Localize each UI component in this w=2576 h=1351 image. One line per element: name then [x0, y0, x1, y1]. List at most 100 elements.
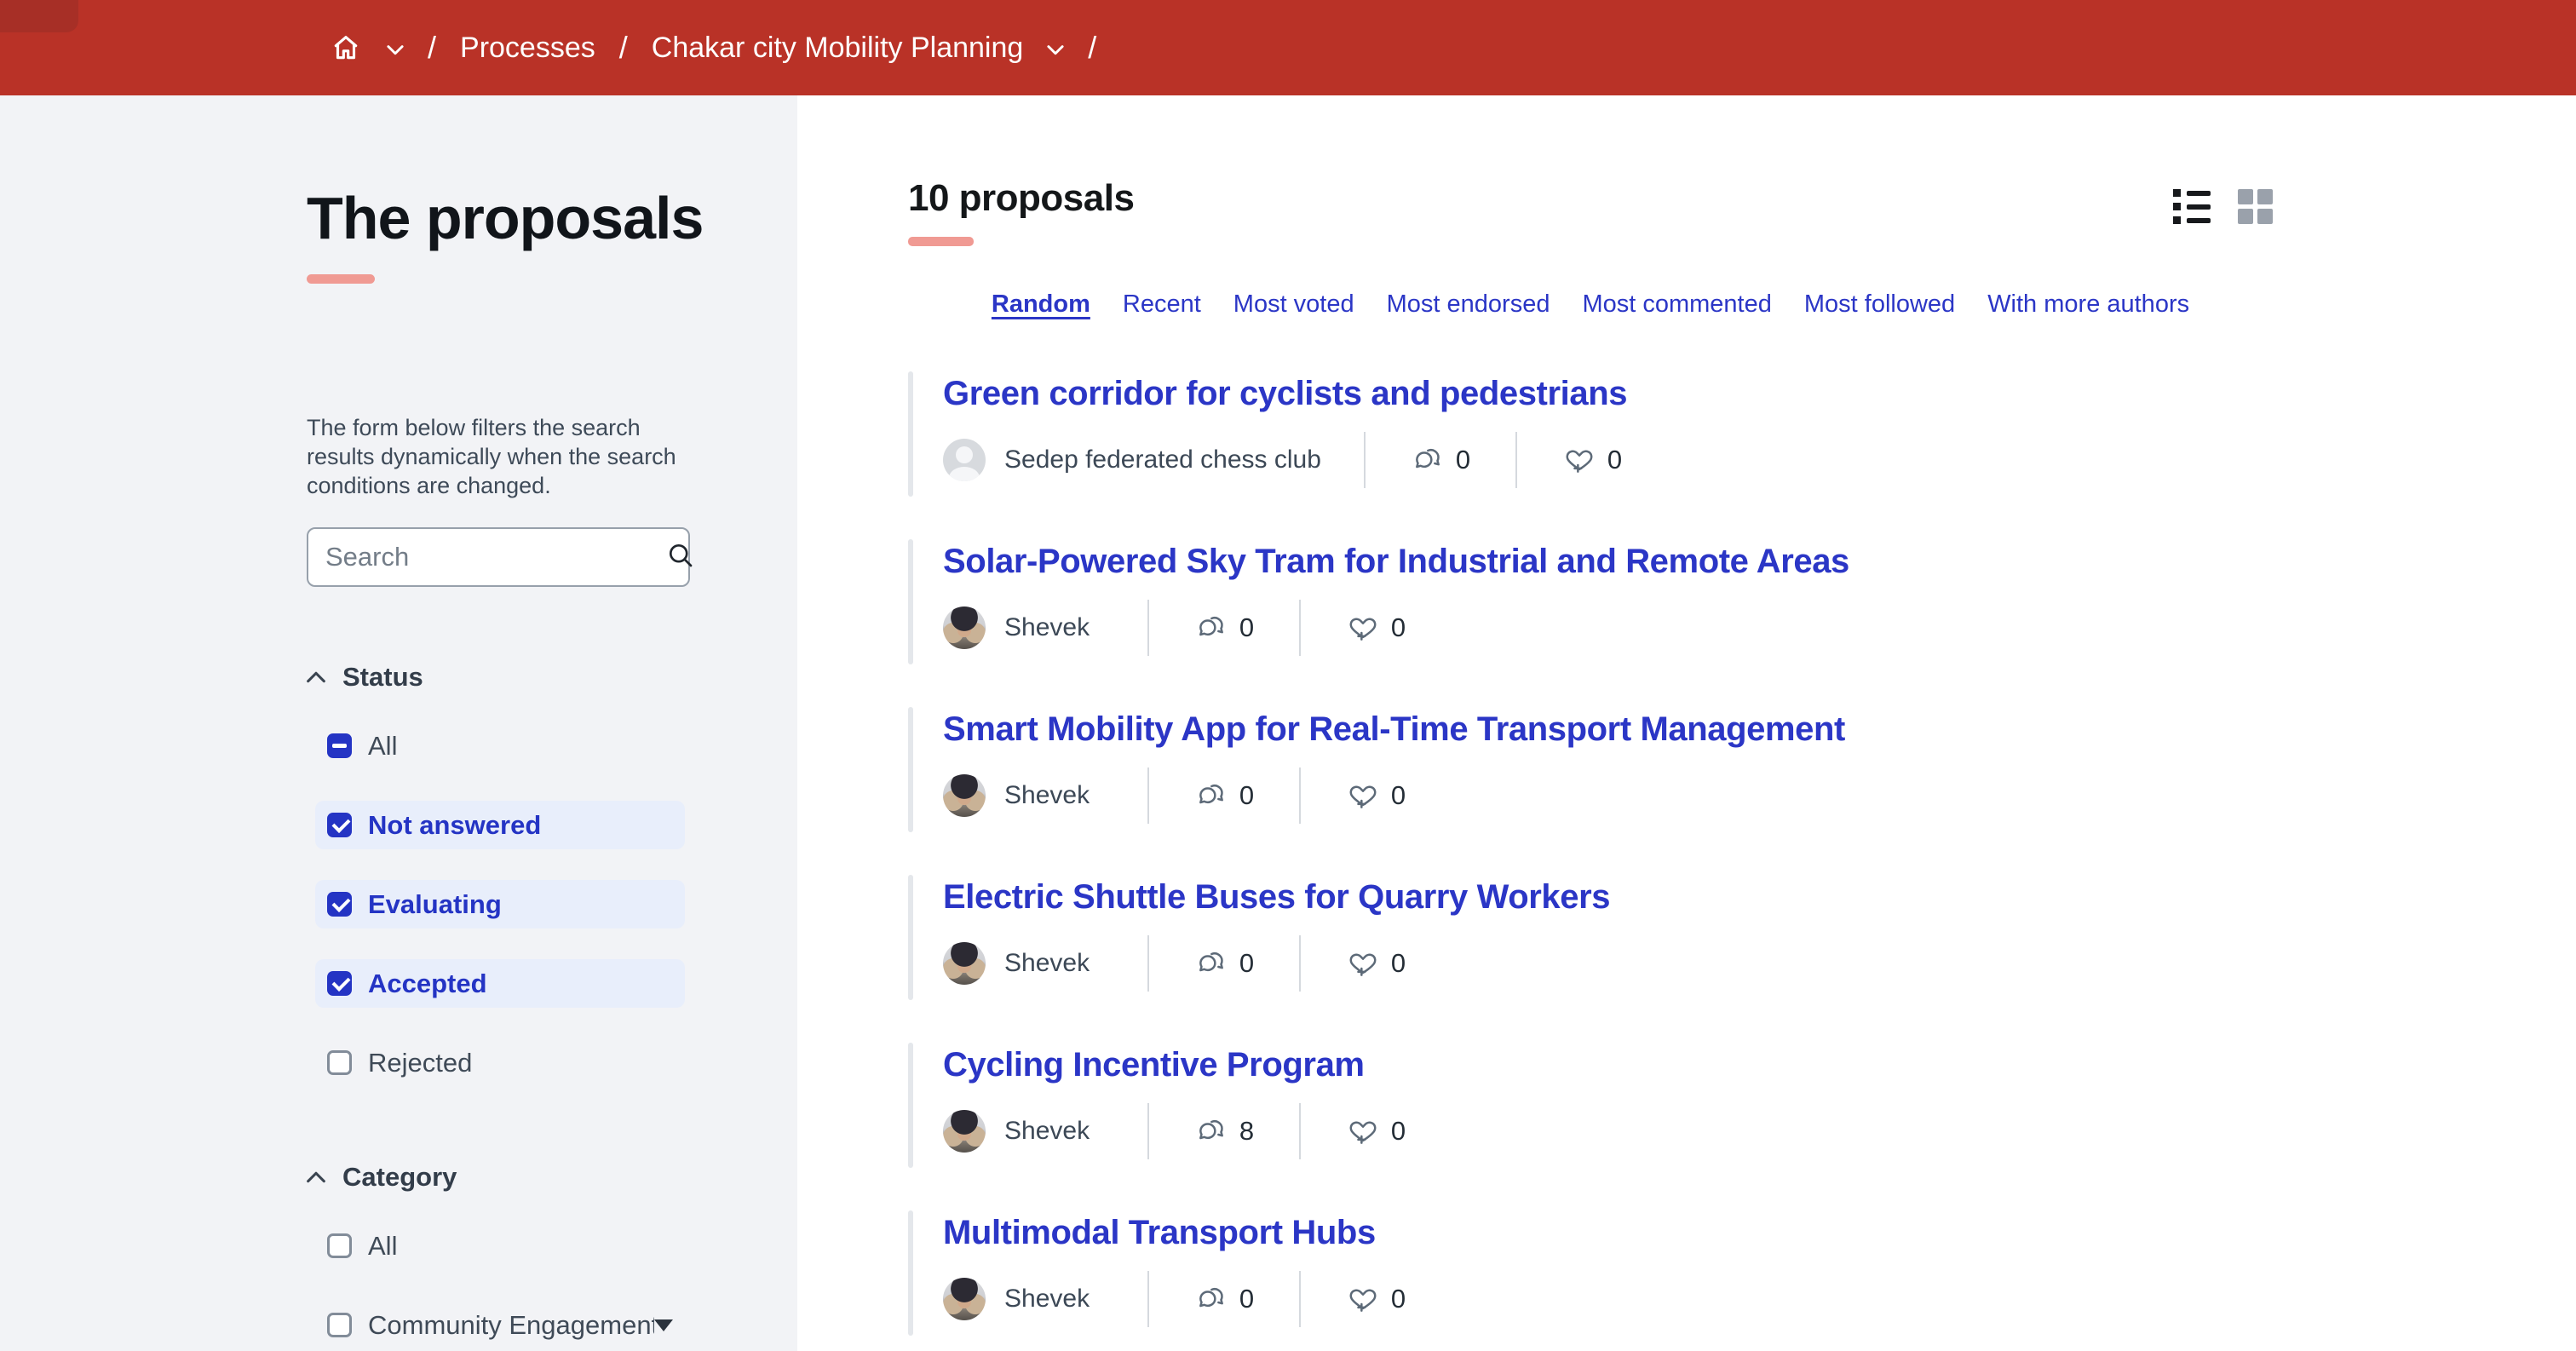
checkbox[interactable] [327, 813, 352, 837]
sort-option-random[interactable]: Random [992, 290, 1090, 319]
avatar-photo [943, 1110, 986, 1153]
breadcrumb-separator: / [428, 30, 436, 66]
filter-section: Category All Community Engagement a… [307, 1162, 699, 1349]
comments-count: 0 [1239, 780, 1254, 811]
author-name: Sedep federated chess club [1004, 446, 1321, 474]
proposal-card: Multimodal Transport Hubs Shevek 0 [908, 1214, 2273, 1327]
title-underline-accent [307, 274, 375, 284]
proposal-author[interactable]: Shevek [943, 607, 1147, 649]
author-name: Shevek [1004, 949, 1090, 978]
proposal-author[interactable]: Sedep federated chess club [943, 439, 1364, 481]
proposal-meta: Shevek 0 0 [943, 935, 2273, 992]
filter-option-evaluating[interactable]: Evaluating [315, 880, 685, 928]
sort-option-most-followed[interactable]: Most followed [1804, 290, 1955, 319]
filter-option-label: Accepted [368, 969, 487, 999]
filter-option-all[interactable]: All [315, 1222, 685, 1270]
caret-down-icon[interactable] [654, 1319, 673, 1331]
filter-sections: Status All Not answered Evaluating Accep… [307, 662, 699, 1349]
proposal-title-link[interactable]: Multimodal Transport Hubs [943, 1214, 1376, 1252]
endorsements-count: 0 [1607, 445, 1622, 475]
speech-bubbles-icon [1194, 779, 1228, 813]
proposal-card: Green corridor for cyclists and pedestri… [908, 375, 2273, 488]
view-toggle [2173, 189, 2273, 224]
breadcrumb-separator: / [1088, 30, 1096, 66]
sidebar-title: The proposals [307, 184, 699, 252]
home-icon[interactable] [329, 31, 363, 65]
endorsements-count: 0 [1391, 948, 1406, 979]
proposal-card: Smart Mobility App for Real-Time Transpo… [908, 710, 2273, 824]
sort-option-with-more-authors[interactable]: With more authors [1987, 290, 2189, 319]
filter-option-label: Rejected [368, 1048, 472, 1078]
checkbox[interactable] [327, 892, 352, 917]
proposal-author[interactable]: Shevek [943, 774, 1147, 817]
proposals-count-title: 10 proposals [908, 177, 1134, 220]
filter-option-community-engagement-a[interactable]: Community Engagement a… [315, 1301, 685, 1349]
breadcrumb-process-name[interactable]: Chakar city Mobility Planning [652, 32, 1024, 65]
proposal-title-link[interactable]: Solar-Powered Sky Tram for Industrial an… [943, 543, 1849, 581]
sort-option-most-voted[interactable]: Most voted [1233, 290, 1354, 319]
comments-count-segment: 0 [1147, 935, 1299, 992]
filter-option-rejected[interactable]: Rejected [315, 1038, 685, 1087]
proposal-meta: Shevek 0 0 [943, 767, 2273, 824]
proposal-author[interactable]: Shevek [943, 942, 1147, 985]
chevron-down-icon[interactable] [1047, 40, 1064, 56]
endorsements-count-segment: 0 [1515, 432, 1667, 488]
grid-view-icon[interactable] [2238, 189, 2273, 224]
avatar-photo [943, 774, 986, 817]
breadcrumb-processes[interactable]: Processes [460, 32, 595, 65]
checkbox[interactable] [327, 733, 352, 758]
endorsements-count-segment: 0 [1299, 935, 1451, 992]
proposal-title-link[interactable]: Smart Mobility App for Real-Time Transpo… [943, 710, 1845, 749]
proposal-meta: Shevek 0 0 [943, 600, 2273, 656]
checkbox[interactable] [327, 1313, 352, 1337]
filter-description: The form below filters the search result… [307, 413, 707, 500]
proposal-meta: Sedep federated chess club 0 [943, 432, 2273, 488]
filter-section: Status All Not answered Evaluating Accep… [307, 662, 699, 1087]
filter-option-label: All [368, 731, 397, 762]
proposal-title-link[interactable]: Green corridor for cyclists and pedestri… [943, 375, 1627, 413]
top-navigation-bar: / Processes / Chakar city Mobility Plann… [0, 0, 2576, 95]
breadcrumb: / Processes / Chakar city Mobility Plann… [0, 30, 1096, 66]
heart-plus-icon [1562, 443, 1596, 477]
person-icon [943, 439, 986, 481]
speech-bubbles-icon [1194, 1114, 1228, 1148]
comments-count-segment: 0 [1147, 767, 1299, 824]
filter-option-label: Not answered [368, 810, 541, 841]
filter-section-title: Status [342, 662, 423, 693]
search-input[interactable] [325, 542, 665, 572]
breadcrumb-separator: / [619, 30, 628, 66]
endorsements-count-segment: 0 [1299, 600, 1451, 656]
filter-option-label: Community Engagement a… [368, 1310, 654, 1341]
filter-section-header[interactable]: Category [307, 1162, 699, 1193]
proposal-title-link[interactable]: Cycling Incentive Program [943, 1046, 1365, 1084]
proposal-title-link[interactable]: Electric Shuttle Buses for Quarry Worker… [943, 878, 1610, 917]
endorsements-count: 0 [1391, 1284, 1406, 1314]
sort-options: Random Recent Most voted Most endorsed M… [908, 290, 2273, 319]
sort-option-most-commented[interactable]: Most commented [1582, 290, 1771, 319]
endorsements-count: 0 [1391, 780, 1406, 811]
checkbox[interactable] [327, 1233, 352, 1258]
speech-bubbles-icon [1194, 946, 1228, 980]
speech-bubbles-icon [1194, 1282, 1228, 1316]
filter-option-not-answered[interactable]: Not answered [315, 801, 685, 849]
filter-section-header[interactable]: Status [307, 662, 699, 693]
sort-option-most-endorsed[interactable]: Most endorsed [1387, 290, 1550, 319]
proposal-card: Cycling Incentive Program Shevek 8 [908, 1046, 2273, 1159]
endorsements-count: 0 [1391, 1116, 1406, 1147]
author-name: Shevek [1004, 781, 1090, 810]
proposal-author[interactable]: Shevek [943, 1110, 1147, 1153]
filter-option-all[interactable]: All [315, 721, 685, 770]
endorsements-count-segment: 0 [1299, 1271, 1451, 1327]
sort-option-recent[interactable]: Recent [1123, 290, 1201, 319]
proposal-card: Electric Shuttle Buses for Quarry Worker… [908, 878, 2273, 992]
comments-count: 0 [1239, 1284, 1254, 1314]
proposal-author[interactable]: Shevek [943, 1278, 1147, 1320]
checkbox[interactable] [327, 971, 352, 996]
chevron-up-icon [307, 671, 325, 687]
chevron-down-icon[interactable] [387, 40, 404, 56]
search-icon[interactable] [665, 540, 696, 575]
filter-option-accepted[interactable]: Accepted [315, 959, 685, 1008]
checkbox[interactable] [327, 1050, 352, 1075]
list-view-icon[interactable] [2173, 189, 2211, 224]
filter-options: All Not answered Evaluating Accepted Rej… [307, 721, 699, 1087]
